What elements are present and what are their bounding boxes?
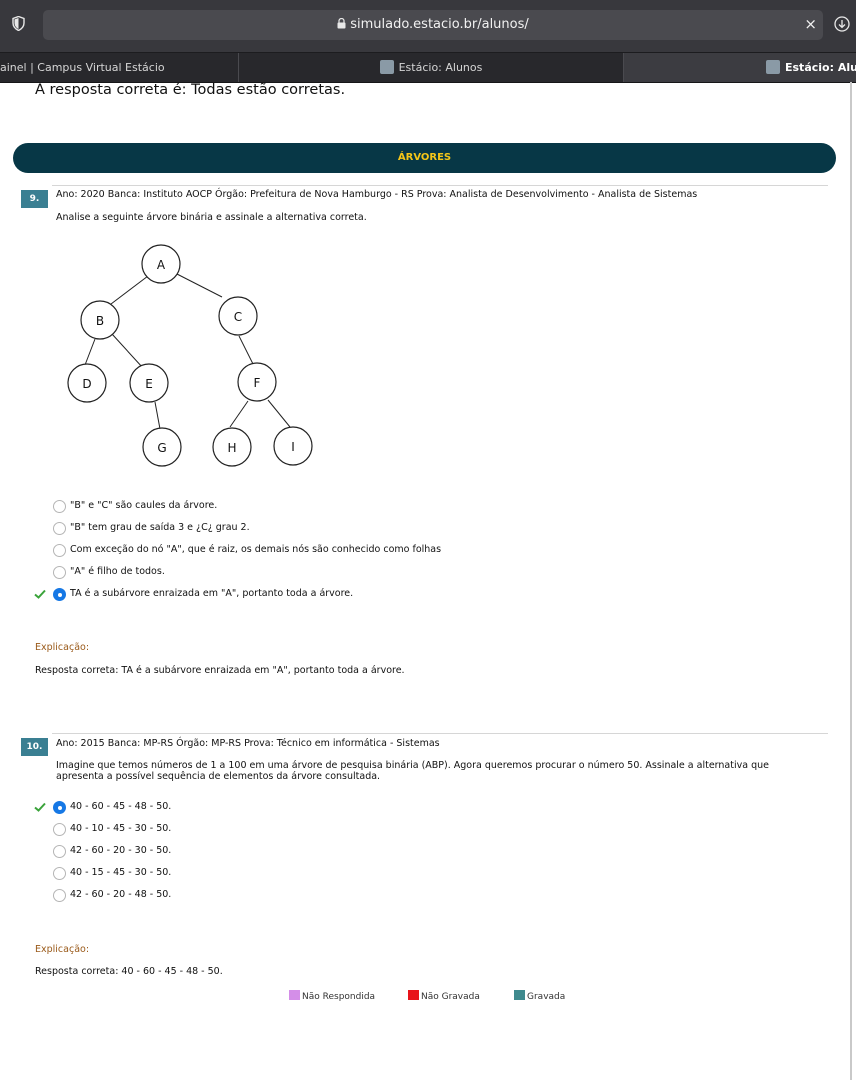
radio-button-selected[interactable] — [53, 588, 66, 601]
tree-node: F — [237, 362, 277, 402]
tree-node: A — [141, 244, 181, 284]
svg-text:C: C — [234, 310, 242, 324]
question-text: Analise a seguinte árvore binária e assi… — [56, 212, 367, 223]
explanation-label: Explicação: — [35, 642, 90, 653]
svg-text:B: B — [96, 314, 104, 328]
question-text-line: Imagine que temos números de 1 a 100 em … — [56, 760, 769, 771]
svg-text:E: E — [145, 377, 153, 391]
question-header: Ano: 2020 Banca: Instituto AOCP Órgão: P… — [56, 189, 698, 200]
url-text: simulado.estacio.br/alunos/ — [350, 17, 529, 32]
explanation-label: Explicação: — [35, 944, 90, 955]
option-label: 42 - 60 - 20 - 30 - 50. — [70, 845, 172, 856]
legend-label: Gravada — [527, 992, 566, 1002]
legend-saved: Gravada — [514, 990, 565, 1002]
option-label: "A" é filho de todos. — [70, 566, 165, 577]
radio-button[interactable] — [53, 867, 66, 880]
question-divider — [52, 185, 828, 186]
legend-label: Não Gravada — [421, 992, 480, 1002]
radio-button[interactable] — [53, 566, 66, 579]
question-text-line: apresenta a possível sequência de elemen… — [56, 771, 381, 782]
radio-button[interactable] — [53, 544, 66, 557]
option-label: 40 - 60 - 45 - 48 - 50. — [70, 801, 172, 812]
tab-campus-virtual[interactable]: ainel | Campus Virtual Estácio — [0, 53, 239, 82]
tree-node: C — [218, 296, 258, 336]
legend-not-answered: Não Respondida — [289, 990, 375, 1002]
section-banner: ÁRVORES — [13, 143, 836, 173]
question-number-badge: 10. — [21, 738, 48, 756]
svg-text:F: F — [254, 376, 261, 390]
tab-title: Estácio: Aluno — [785, 61, 856, 74]
tab-alunos-active[interactable]: Estácio: Aluno — [624, 53, 856, 82]
option-label: "B" tem grau de saída 3 e ¿C¿ grau 2. — [70, 522, 250, 533]
address-bar[interactable]: simulado.estacio.br/alunos/ × — [43, 10, 823, 40]
legend-not-saved: Não Gravada — [408, 990, 480, 1002]
tab-strip: ainel | Campus Virtual Estácio Estácio: … — [0, 52, 856, 83]
svg-text:H: H — [227, 441, 236, 455]
page-content: A resposta correta é: Todas estão corret… — [0, 82, 856, 1080]
correct-check-icon — [34, 589, 46, 599]
correct-check-icon — [34, 802, 46, 812]
page-border — [850, 82, 852, 1080]
question-number-badge: 9. — [21, 190, 48, 208]
radio-button[interactable] — [53, 823, 66, 836]
tree-node: B — [80, 300, 120, 340]
url-display[interactable]: simulado.estacio.br/alunos/ — [43, 17, 823, 32]
tree-node: H — [212, 427, 252, 467]
explanation-text: Resposta correta: 40 - 60 - 45 - 48 - 50… — [35, 966, 223, 977]
tree-node: G — [142, 427, 182, 467]
svg-text:I: I — [291, 440, 295, 454]
radio-button-selected[interactable] — [53, 801, 66, 814]
previous-answer-text: A resposta correta é: Todas estão corret… — [35, 82, 346, 98]
svg-text:D: D — [82, 377, 91, 391]
question-divider — [52, 733, 828, 734]
close-icon[interactable]: × — [804, 15, 817, 33]
question-header: Ano: 2015 Banca: MP-RS Órgão: MP-RS Prov… — [56, 738, 440, 749]
tree-node: D — [67, 363, 107, 403]
download-icon[interactable] — [834, 16, 850, 32]
tab-title: Estácio: Alunos — [398, 61, 483, 74]
tree-node: I — [273, 426, 313, 466]
explanation-text: Resposta correta: TA é a subárvore enrai… — [35, 665, 405, 676]
shield-icon[interactable] — [12, 16, 25, 31]
tab-alunos-1[interactable]: Estácio: Alunos — [239, 53, 624, 82]
legend-swatch — [289, 990, 300, 1000]
binary-tree-diagram: A B C D E F G H I — [67, 244, 313, 467]
favicon-icon — [379, 60, 394, 74]
radio-button[interactable] — [53, 500, 66, 513]
question-text: Imagine que temos números de 1 a 100 em … — [56, 760, 826, 782]
legend-swatch — [514, 990, 525, 1000]
option-label: "B" e "C" são caules da árvore. — [70, 500, 218, 511]
option-label: 40 - 15 - 45 - 30 - 50. — [70, 867, 172, 878]
legend-label: Não Respondida — [302, 992, 376, 1002]
legend-swatch — [408, 990, 419, 1000]
radio-button[interactable] — [53, 889, 66, 902]
favicon-icon — [766, 60, 780, 74]
option-label: TA é a subárvore enraizada em "A", porta… — [70, 588, 354, 599]
tree-node: E — [129, 363, 169, 403]
option-label: 42 - 60 - 20 - 48 - 50. — [70, 889, 172, 900]
option-label: 40 - 10 - 45 - 30 - 50. — [70, 823, 172, 834]
radio-button[interactable] — [53, 522, 66, 535]
svg-text:G: G — [157, 441, 166, 455]
tab-title: ainel | Campus Virtual Estácio — [0, 61, 165, 74]
svg-text:A: A — [157, 258, 166, 272]
browser-toolbar: simulado.estacio.br/alunos/ × — [0, 0, 856, 52]
option-label: Com exceção do nó "A", que é raiz, os de… — [70, 544, 442, 555]
lock-icon — [337, 18, 346, 29]
radio-button[interactable] — [53, 845, 66, 858]
